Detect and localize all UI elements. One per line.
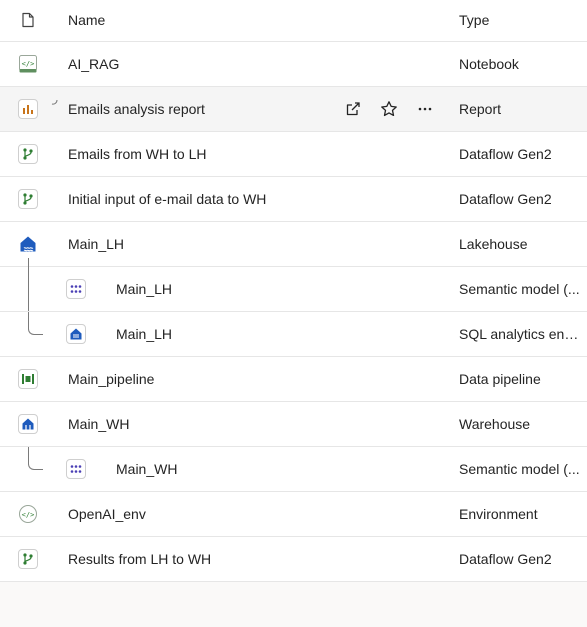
share-icon[interactable] xyxy=(343,99,363,119)
favorite-star-icon[interactable] xyxy=(379,99,399,119)
dataflow-icon xyxy=(18,549,38,569)
item-type: SQL analytics end... xyxy=(459,326,583,342)
column-header-name[interactable]: Name xyxy=(68,0,105,41)
item-name[interactable]: Emails from WH to LH xyxy=(68,132,206,176)
pipeline-icon xyxy=(18,369,38,389)
file-type-icon xyxy=(22,12,34,28)
tree-connector xyxy=(28,312,43,335)
lakehouse-icon xyxy=(18,234,38,254)
tree-connector xyxy=(28,258,43,311)
svg-text:</>: </> xyxy=(22,60,35,68)
items-table: Name Type </> AI_RAG Notebook Emails ana… xyxy=(0,0,587,582)
dataflow-icon xyxy=(18,189,38,209)
dataflow-icon xyxy=(18,144,38,164)
loading-spinner-icon xyxy=(51,99,58,105)
table-row[interactable]: Emails from WH to LH Dataflow Gen2 xyxy=(0,132,587,177)
item-name[interactable]: OpenAI_env xyxy=(68,492,146,536)
item-type: Dataflow Gen2 xyxy=(459,191,552,207)
item-name[interactable]: Main_LH xyxy=(116,312,172,356)
semantic-model-icon xyxy=(66,279,86,299)
table-row[interactable]: Emails analysis report Report xyxy=(0,87,587,132)
item-name[interactable]: Main_WH xyxy=(68,402,129,446)
item-name[interactable]: Results from LH to WH xyxy=(68,537,211,581)
item-type: Environment xyxy=(459,506,538,522)
environment-icon: </> xyxy=(18,504,38,524)
tree-connector xyxy=(28,447,43,470)
item-type: Dataflow Gen2 xyxy=(459,551,552,567)
item-type: Data pipeline xyxy=(459,371,541,387)
item-type: Report xyxy=(459,101,502,117)
notebook-icon: </> xyxy=(18,54,38,74)
svg-text:</>: </> xyxy=(22,511,35,519)
item-name[interactable]: Main_LH xyxy=(68,222,124,266)
table-row[interactable]: Initial input of e-mail data to WH Dataf… xyxy=(0,177,587,222)
row-actions xyxy=(343,99,435,119)
item-name[interactable]: Main_pipeline xyxy=(68,357,154,401)
item-name[interactable]: Main_WH xyxy=(116,447,177,491)
item-name[interactable]: Main_LH xyxy=(116,267,172,311)
table-row[interactable]: Main_pipeline Data pipeline xyxy=(0,357,587,402)
more-options-icon[interactable] xyxy=(415,99,435,119)
item-type: Notebook xyxy=(459,56,519,72)
semantic-model-icon xyxy=(66,459,86,479)
table-row[interactable]: Main_LH Lakehouse xyxy=(0,222,587,267)
table-header: Name Type xyxy=(0,0,587,42)
table-row[interactable]: Main_LH SQL analytics end... xyxy=(0,312,587,357)
table-row[interactable]: Results from LH to WH Dataflow Gen2 xyxy=(0,537,587,582)
item-name[interactable]: Initial input of e-mail data to WH xyxy=(68,177,266,221)
table-row[interactable]: Main_WH Warehouse xyxy=(0,402,587,447)
column-header-type[interactable]: Type xyxy=(459,0,583,41)
item-type: Semantic model (... xyxy=(459,281,580,297)
item-name[interactable]: AI_RAG xyxy=(68,42,119,86)
table-row[interactable]: </> AI_RAG Notebook xyxy=(0,42,587,87)
table-row[interactable]: </> OpenAI_env Environment xyxy=(0,492,587,537)
table-row[interactable]: Main_LH Semantic model (... xyxy=(0,258,587,312)
item-type: Semantic model (... xyxy=(459,461,580,477)
warehouse-icon xyxy=(18,414,38,434)
sql-endpoint-icon xyxy=(66,324,86,344)
item-type: Dataflow Gen2 xyxy=(459,146,552,162)
report-icon xyxy=(18,99,38,119)
item-type: Warehouse xyxy=(459,416,531,432)
item-type: Lakehouse xyxy=(459,236,528,252)
item-name[interactable]: Emails analysis report xyxy=(68,87,205,131)
table-row[interactable]: Main_WH Semantic model (... xyxy=(0,447,587,492)
